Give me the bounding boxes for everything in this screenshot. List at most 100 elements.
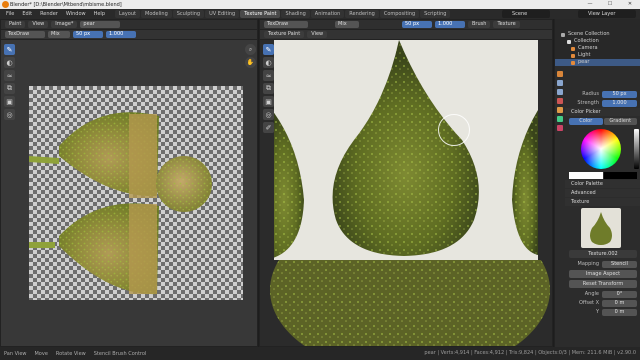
smear-tool-icon[interactable]: ≈ [263, 70, 274, 81]
render-tab-icon[interactable] [556, 80, 563, 86]
mask-tool-icon[interactable]: ◎ [4, 109, 15, 120]
view-layer-selector[interactable]: View Layer [578, 10, 636, 18]
clone-tool-icon[interactable]: ⧉ [4, 83, 15, 94]
value-slider[interactable] [634, 129, 639, 169]
outliner-camera[interactable]: Camera [555, 45, 640, 52]
fill-tool-icon[interactable]: ▣ [263, 96, 274, 107]
color-palette-panel[interactable]: Color Palette [565, 180, 640, 188]
secondary-color-swatch[interactable] [603, 172, 637, 179]
image-blend-field[interactable]: Mix [48, 31, 70, 38]
texture-panel[interactable]: Texture [565, 198, 640, 206]
minimize-button[interactable]: — [580, 0, 600, 9]
status-stencil: Stencil Brush Control [93, 350, 147, 357]
draw-tool-icon[interactable]: ✎ [263, 44, 274, 55]
image-strength-field[interactable]: 1.000 [106, 31, 136, 38]
output-tab-icon[interactable] [556, 89, 563, 95]
reset-transform-button[interactable]: Reset Transform [569, 280, 637, 288]
image-menu[interactable]: Image* [51, 21, 78, 28]
tab-compositing[interactable]: Compositing [379, 10, 420, 18]
image-view-menu[interactable]: View [28, 21, 49, 28]
viewport-view-menu[interactable]: View [307, 31, 328, 38]
blender-logo-icon [2, 1, 9, 8]
image-aspect-button[interactable]: Image Aspect [569, 270, 637, 278]
right-panels: Scene Collection Collection Camera Light… [554, 19, 640, 347]
menu-window[interactable]: Window [62, 11, 90, 17]
tab-layout[interactable]: Layout [115, 10, 140, 18]
color-picker-panel[interactable]: Color Picker [565, 108, 640, 116]
tab-scripting[interactable]: Scripting [420, 10, 451, 18]
annotate-tool-icon[interactable]: ✐ [263, 122, 274, 133]
zoom-icon[interactable]: ⌕ [245, 44, 256, 55]
window-title: Blender* [D:\Blender\Mtbend\mbisme.blend… [10, 1, 122, 8]
menu-help[interactable]: Help [90, 11, 109, 17]
viewport-brush-field[interactable]: TexDraw [264, 21, 308, 28]
tool-tab-icon[interactable] [556, 71, 563, 77]
viewport-blend-field[interactable]: Mix [335, 21, 359, 28]
viewport-strength-field[interactable]: 1.000 [435, 21, 465, 28]
menu-file[interactable]: File [2, 11, 18, 17]
tab-uv-editing[interactable]: UV Editing [205, 10, 240, 18]
clone-tool-icon[interactable]: ⧉ [263, 83, 274, 94]
texture-thumbnail[interactable] [581, 208, 621, 248]
mask-tool-icon[interactable]: ◎ [263, 109, 274, 120]
offset-x-row: Offset X 0 m [565, 299, 640, 307]
color-tab[interactable]: Color [569, 118, 603, 125]
color-swatches [569, 172, 637, 179]
texture-canvas[interactable] [29, 86, 243, 300]
angle-field[interactable]: 0° [602, 290, 637, 298]
viewport-radius-field[interactable]: 50 px [402, 21, 432, 28]
brush-cursor [438, 114, 470, 146]
3d-viewport[interactable]: TexDraw Mix 50 px 1.000 Brush Texture Te… [259, 19, 553, 347]
menu-edit[interactable]: Edit [18, 11, 36, 17]
data-tab-icon[interactable] [556, 116, 563, 122]
scene-stats: pear | Verts:4,914 | Faces:4,912 | Tris:… [424, 350, 636, 356]
viewport-brush-menu[interactable]: Brush [468, 21, 491, 28]
uv-texture-art [29, 112, 212, 295]
maximize-button[interactable]: ☐ [600, 0, 620, 9]
radius-field[interactable]: 50 px [602, 90, 637, 98]
outliner-collection[interactable]: Collection [555, 38, 640, 45]
offset-x-field[interactable]: 0 m [602, 299, 637, 307]
fill-tool-icon[interactable]: ▣ [4, 96, 15, 107]
gradient-tab[interactable]: Gradient [603, 118, 637, 125]
color-wheel[interactable] [581, 129, 621, 169]
image-mode-selector[interactable]: Paint [5, 21, 26, 28]
image-brush-field[interactable]: TexDraw [5, 31, 45, 38]
scene-selector[interactable]: Scene [502, 10, 550, 18]
scene-tab-icon[interactable] [556, 98, 563, 104]
outliner-scene-collection[interactable]: Scene Collection [555, 31, 640, 38]
primary-color-swatch[interactable] [569, 172, 603, 179]
tab-modeling[interactable]: Modeling [141, 10, 172, 18]
pear-model [260, 260, 552, 346]
soften-tool-icon[interactable]: ◐ [263, 57, 274, 68]
object-tab-icon[interactable] [556, 107, 563, 113]
viewport-mode-selector[interactable]: Texture Paint [264, 31, 305, 38]
properties-editor: Radius 50 px Strength 1.000 Color Picker… [565, 89, 640, 317]
mapping-row: Mapping Stencil [565, 260, 640, 268]
mapping-dropdown[interactable]: Stencil [602, 260, 637, 268]
tab-texture-paint[interactable]: Texture Paint [240, 10, 281, 18]
tab-sculpting[interactable]: Sculpting [172, 10, 205, 18]
pan-icon[interactable]: ✋ [245, 57, 256, 68]
image-name-field[interactable]: pear [80, 21, 121, 28]
outliner-light[interactable]: Light [555, 52, 640, 59]
material-tab-icon[interactable] [556, 125, 563, 131]
tab-shading[interactable]: Shading [281, 10, 310, 18]
pear-thumbnail-icon [590, 212, 612, 245]
image-radius-field[interactable]: 50 px [73, 31, 103, 38]
menu-render[interactable]: Render [36, 11, 62, 17]
close-button[interactable]: ✕ [620, 0, 640, 9]
smear-tool-icon[interactable]: ≈ [4, 70, 15, 81]
viewport-mode-header: Texture Paint View [260, 30, 552, 40]
viewport-toolbar: ✎ ◐ ≈ ⧉ ▣ ◎ ✐ [263, 44, 275, 133]
soften-tool-icon[interactable]: ◐ [4, 57, 15, 68]
viewport-texture-menu[interactable]: Texture [493, 21, 520, 28]
tab-rendering[interactable]: Rendering [345, 10, 379, 18]
strength-field[interactable]: 1.000 [602, 99, 637, 107]
tab-animation[interactable]: Animation [310, 10, 345, 18]
advanced-panel[interactable]: Advanced [565, 189, 640, 197]
offset-y-field[interactable]: 0 m [602, 308, 637, 316]
draw-tool-icon[interactable]: ✎ [4, 44, 15, 55]
texture-name-field[interactable]: Texture.002 [569, 250, 637, 258]
outliner-pear[interactable]: pear [555, 59, 640, 66]
